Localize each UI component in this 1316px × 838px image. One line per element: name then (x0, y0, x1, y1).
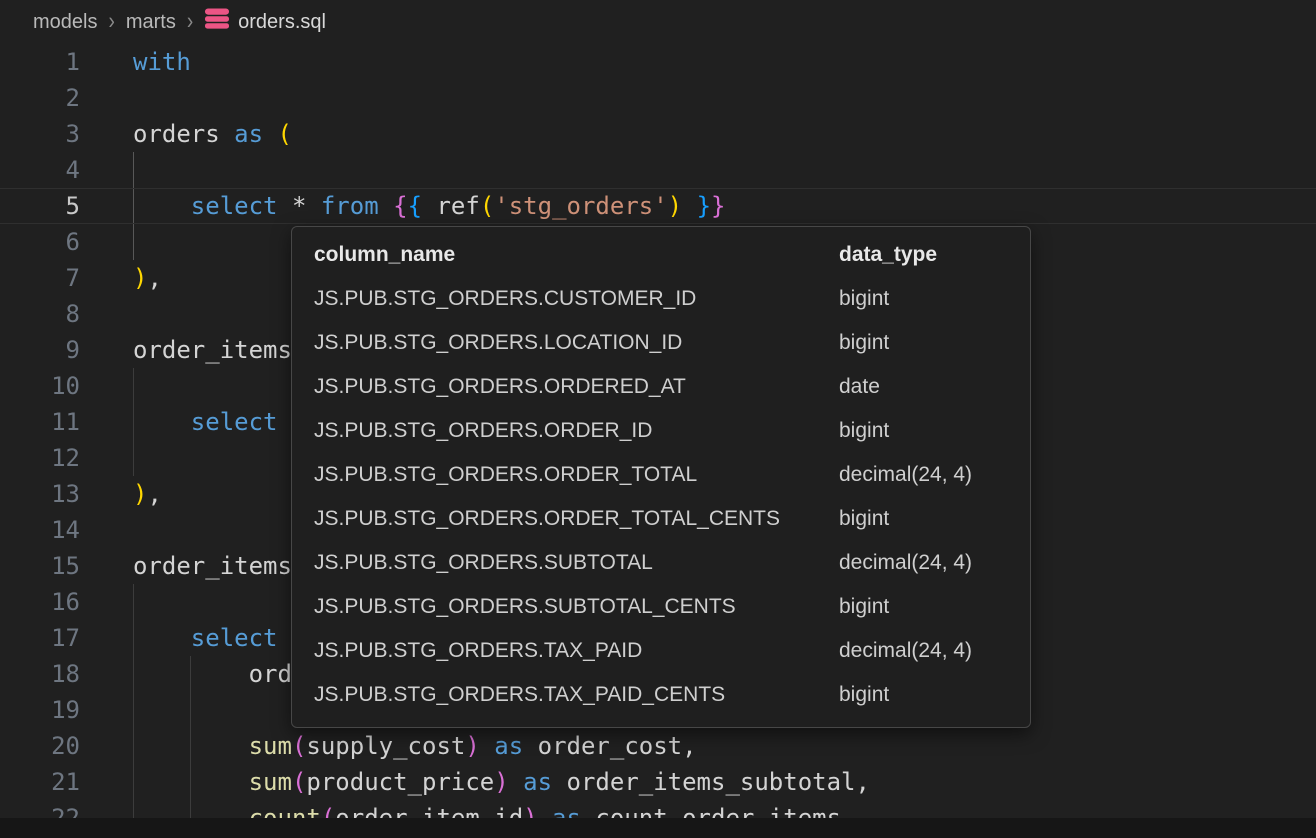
code-line[interactable]: 3orders as ( (0, 116, 1316, 152)
editor-window: models › marts › orders.sql 1with23order… (0, 0, 1316, 838)
data-type-cell: decimal(24, 4) (839, 541, 972, 585)
data-type-cell: bigint (839, 321, 972, 365)
code-text (80, 152, 133, 188)
code-text (80, 512, 133, 548)
line-number[interactable]: 15 (0, 548, 80, 584)
line-number[interactable]: 19 (0, 692, 80, 728)
line-number[interactable]: 16 (0, 584, 80, 620)
line-number[interactable]: 10 (0, 368, 80, 404)
code-text: sum(product_price) as order_items_subtot… (80, 764, 870, 800)
data-type-cell: bigint (839, 673, 972, 717)
code-text (80, 296, 133, 332)
code-text (80, 440, 133, 476)
column-name-cell: JS.PUB.STG_ORDERS.ORDER_TOTAL_CENTS (314, 497, 839, 541)
line-number[interactable]: 12 (0, 440, 80, 476)
line-number[interactable]: 1 (0, 44, 80, 80)
breadcrumb-item-models[interactable]: models (33, 11, 97, 34)
table-row: JS.PUB.STG_ORDERS.TAX_PAIDdecimal(24, 4) (314, 629, 972, 673)
column-info-table: column_name data_type JS.PUB.STG_ORDERS.… (314, 233, 972, 717)
line-number[interactable]: 3 (0, 116, 80, 152)
table-row: JS.PUB.STG_ORDERS.ORDER_TOTAL_CENTSbigin… (314, 497, 972, 541)
code-text (80, 692, 133, 728)
line-number[interactable]: 13 (0, 476, 80, 512)
code-text: select (80, 404, 278, 440)
code-line[interactable]: 4 (0, 152, 1316, 188)
line-number[interactable]: 5 (0, 188, 80, 224)
code-text: ), (80, 476, 162, 512)
breadcrumb: models › marts › orders.sql (0, 0, 1316, 44)
bottom-panel-edge (0, 818, 1316, 838)
column-name-cell: JS.PUB.STG_ORDERS.SUBTOTAL_CENTS (314, 585, 839, 629)
code-line[interactable]: 5 select * from {{ ref('stg_orders') }} (0, 188, 1316, 224)
code-text: ), (80, 260, 162, 296)
line-number[interactable]: 11 (0, 404, 80, 440)
data-type-cell: decimal(24, 4) (839, 453, 972, 497)
code-text: with (80, 44, 191, 80)
column-info-popup: column_name data_type JS.PUB.STG_ORDERS.… (291, 226, 1031, 728)
chevron-right-icon: › (187, 8, 193, 36)
chevron-right-icon: › (108, 8, 114, 36)
table-row: JS.PUB.STG_ORDERS.ORDER_IDbigint (314, 409, 972, 453)
code-text: ord (80, 656, 292, 692)
line-number[interactable]: 9 (0, 332, 80, 368)
data-type-header: data_type (839, 233, 972, 277)
column-name-cell: JS.PUB.STG_ORDERS.SUBTOTAL (314, 541, 839, 585)
code-text: select * from {{ ref('stg_orders') }} (80, 188, 725, 224)
code-text: order_items (80, 548, 292, 584)
table-row: JS.PUB.STG_ORDERS.TAX_PAID_CENTSbigint (314, 673, 972, 717)
column-name-cell: JS.PUB.STG_ORDERS.CUSTOMER_ID (314, 277, 839, 321)
code-line[interactable]: 1with (0, 44, 1316, 80)
table-header-row: column_name data_type (314, 233, 972, 277)
data-type-cell: bigint (839, 277, 972, 321)
code-text: select (80, 620, 278, 656)
breadcrumb-item-file[interactable]: orders.sql (204, 7, 326, 37)
breadcrumb-item-marts[interactable]: marts (126, 11, 176, 34)
data-type-cell: decimal(24, 4) (839, 629, 972, 673)
table-row: JS.PUB.STG_ORDERS.SUBTOTAL_CENTSbigint (314, 585, 972, 629)
table-row: JS.PUB.STG_ORDERS.CUSTOMER_IDbigint (314, 277, 972, 321)
code-text (80, 368, 133, 404)
column-name-cell: JS.PUB.STG_ORDERS.TAX_PAID_CENTS (314, 673, 839, 717)
line-number[interactable]: 8 (0, 296, 80, 332)
line-number[interactable]: 7 (0, 260, 80, 296)
code-line[interactable]: 20 sum(supply_cost) as order_cost, (0, 728, 1316, 764)
line-number[interactable]: 20 (0, 728, 80, 764)
table-row: JS.PUB.STG_ORDERS.LOCATION_IDbigint (314, 321, 972, 365)
line-number[interactable]: 18 (0, 656, 80, 692)
line-number[interactable]: 17 (0, 620, 80, 656)
data-type-cell: bigint (839, 585, 972, 629)
data-type-cell: date (839, 365, 972, 409)
column-name-cell: JS.PUB.STG_ORDERS.ORDER_ID (314, 409, 839, 453)
line-number[interactable]: 4 (0, 152, 80, 188)
table-row: JS.PUB.STG_ORDERS.ORDERED_ATdate (314, 365, 972, 409)
line-number[interactable]: 6 (0, 224, 80, 260)
line-number[interactable]: 14 (0, 512, 80, 548)
code-text: sum(supply_cost) as order_cost, (80, 728, 697, 764)
table-row: JS.PUB.STG_ORDERS.ORDER_TOTALdecimal(24,… (314, 453, 972, 497)
database-icon (204, 7, 230, 37)
column-name-cell: JS.PUB.STG_ORDERS.TAX_PAID (314, 629, 839, 673)
code-text: order_items (80, 332, 292, 368)
column-name-cell: JS.PUB.STG_ORDERS.ORDER_TOTAL (314, 453, 839, 497)
code-text (80, 584, 133, 620)
data-type-cell: bigint (839, 497, 972, 541)
breadcrumb-file-label: orders.sql (238, 11, 326, 34)
code-line[interactable]: 21 sum(product_price) as order_items_sub… (0, 764, 1316, 800)
column-name-cell: JS.PUB.STG_ORDERS.ORDERED_AT (314, 365, 839, 409)
data-type-cell: bigint (839, 409, 972, 453)
line-number[interactable]: 2 (0, 80, 80, 116)
code-text: orders as ( (80, 116, 292, 152)
column-name-cell: JS.PUB.STG_ORDERS.LOCATION_ID (314, 321, 839, 365)
code-line[interactable]: 2 (0, 80, 1316, 116)
column-name-header: column_name (314, 233, 839, 277)
line-number[interactable]: 21 (0, 764, 80, 800)
code-text (80, 80, 133, 116)
code-text (80, 224, 133, 260)
table-row: JS.PUB.STG_ORDERS.SUBTOTALdecimal(24, 4) (314, 541, 972, 585)
